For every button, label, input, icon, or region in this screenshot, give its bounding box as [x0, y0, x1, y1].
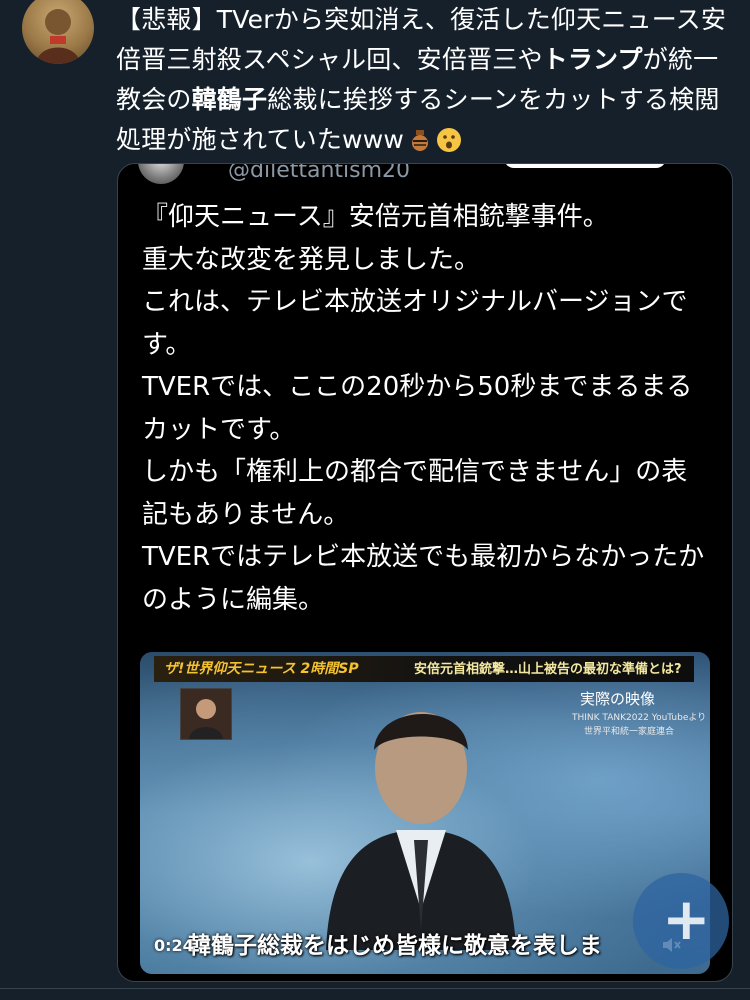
quoted-tweet-card[interactable]: @dilettantism20 『仰天ニュース』安倍元首相銃撃事件。 重大な改変… [117, 163, 733, 982]
tweet-bold-trump: トランプ [542, 45, 643, 74]
quoted-line: 重大な改変を発見しました。 [142, 244, 481, 275]
video-show-title: ザ!世界仰天ニュース 2時間SP [164, 661, 359, 677]
divider [0, 988, 750, 989]
quoted-tweet-body: 『仰天ニュース』安倍元首相銃撃事件。 重大な改変を発見しました。 これは、テレビ… [142, 196, 712, 621]
video-headline: 安倍元首相銃撃…山上被告の最初な準備とは? [414, 662, 682, 677]
video-inset-face [180, 688, 232, 740]
quoted-line: TVERではテレビ本放送でも最初からなかったかのように編集。 [142, 542, 705, 615]
compose-button[interactable]: + [633, 873, 729, 969]
video-real-footage-label: 実際の映像 [580, 690, 656, 708]
quoted-author-handle[interactable]: @dilettantism20 [228, 164, 410, 183]
plus-icon: + [662, 885, 711, 953]
quoted-author-avatar[interactable] [138, 164, 184, 184]
video-credit-org: 世界平和統一家庭連合 [584, 727, 675, 737]
video-timestamp: 0:24 [154, 936, 194, 955]
quoted-line: これは、テレビ本放送オリジナルバージョンです。 [142, 287, 688, 360]
urn-emoji-icon [412, 130, 428, 151]
author-avatar[interactable] [22, 0, 94, 64]
video-credit-source: THINK TANK2022 YouTubeより [572, 713, 707, 723]
quoted-line: しかも「権利上の都合で配信できません」の表記もありません。 [142, 457, 688, 530]
embedded-video[interactable]: ザ!世界仰天ニュース 2時間SP 安倍元首相銃撃…山上被告の最初な準備とは? 実… [140, 652, 710, 974]
tweet-bold-name: 韓鶴子 [191, 85, 268, 114]
quoted-follow-badge[interactable] [504, 164, 666, 168]
quoted-line: TVERでは、ここの20秒から50秒までまるまるカットです。 [142, 372, 693, 445]
astonished-face-icon [437, 128, 461, 152]
video-speaker-figure [326, 712, 516, 950]
video-subtitle: 韓鶴子総裁をはじめ皆様に敬意を表しま [188, 933, 602, 959]
quoted-line: 『仰天ニュース』安倍元首相銃撃事件。 [142, 202, 609, 232]
tweet-text: 【悲報】TVerから突如消え、復活した仰天ニュース安倍晋三射殺スペシャル回、安倍… [116, 5, 727, 154]
